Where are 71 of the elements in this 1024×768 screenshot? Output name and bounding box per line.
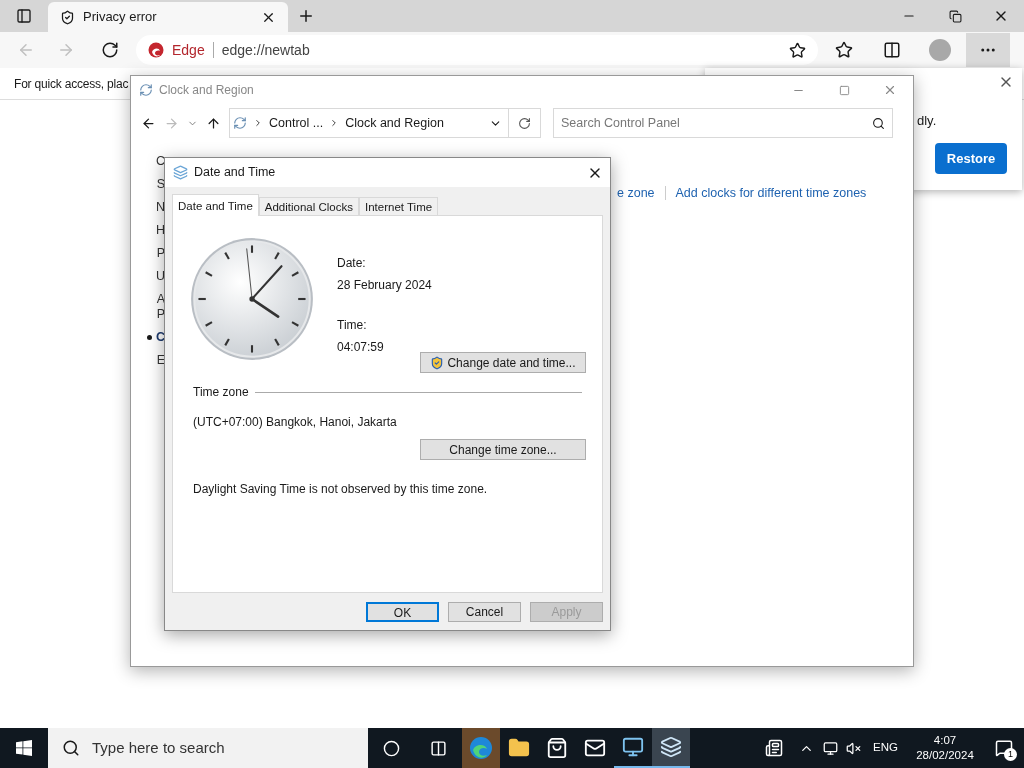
tab-title: Privacy error: [83, 8, 158, 27]
task-link-fragment[interactable]: C: [155, 152, 165, 171]
task-link-fragment[interactable]: P: [156, 244, 165, 263]
date-label: Date:: [337, 255, 367, 272]
popup-text: dly.: [917, 112, 937, 130]
window-title: Clock and Region: [159, 82, 255, 99]
dst-note: Daylight Saving Time is not observed by this time zone.: [192, 481, 489, 498]
favorites-icon[interactable]: [835, 41, 853, 59]
windows-logo-icon: [16, 740, 32, 756]
up-icon[interactable]: [206, 115, 221, 131]
taskbar-app[interactable]: [652, 728, 690, 768]
admin-shield-icon: [430, 355, 445, 370]
search-icon: [62, 739, 80, 757]
task-link-fragment[interactable]: S: [156, 175, 165, 194]
dialog-button[interactable]: Cancel: [448, 602, 521, 622]
task-link-fragment[interactable]: H: [155, 221, 165, 240]
muted-speaker-icon[interactable]: [846, 740, 862, 756]
task-link-fragment[interactable]: E: [156, 351, 165, 370]
time-label: Time:: [337, 317, 368, 334]
dialog-tab[interactable]: Internet Time: [359, 197, 439, 215]
task-view-icon[interactable]: [429, 739, 447, 757]
browser-tab[interactable]: Privacy error: [48, 2, 288, 32]
taskbar-clock[interactable]: 4:07 28/02/2024: [906, 733, 984, 763]
dialog-tab[interactable]: Date and Time: [172, 194, 259, 216]
shopping-bag-icon: [546, 737, 568, 759]
breadcrumb-separator-icon: [253, 118, 263, 128]
tab-actions-icon[interactable]: [16, 8, 32, 24]
time-zone-value: (UTC+07:00) Bangkok, Hanoi, Jakarta: [192, 414, 398, 431]
back-icon[interactable]: [141, 115, 156, 131]
task-link-fragment[interactable]: N: [155, 198, 165, 217]
folder-icon: [508, 737, 530, 759]
refresh-icon[interactable]: [518, 116, 531, 130]
task-link[interactable]: Add clocks for different time zones: [675, 184, 867, 203]
dialog-tab[interactable]: Additional Clocks: [258, 197, 359, 215]
reload-icon[interactable]: [101, 41, 119, 59]
notification-count: 1: [1004, 748, 1017, 761]
breadcrumb-item[interactable]: Clock and Region: [345, 113, 444, 133]
address-bar[interactable]: Edge edge://newtab: [136, 35, 818, 65]
time-value: 04:07:59: [337, 339, 385, 356]
task-link[interactable]: e zone: [617, 184, 655, 203]
new-tab-icon[interactable]: [297, 7, 315, 25]
taskbar-search-field[interactable]: Type here to search: [48, 728, 368, 768]
task-link-fragment[interactable]: U: [155, 267, 165, 286]
add-favorite-icon[interactable]: [789, 41, 806, 59]
breadcrumb-item[interactable]: Control ...: [269, 113, 324, 133]
envelope-icon: [584, 737, 606, 759]
maximize-icon[interactable]: [838, 84, 850, 96]
notifications-icon[interactable]: [995, 739, 1013, 757]
url-text: edge://newtab: [221, 40, 311, 60]
search-field[interactable]: Search Control Panel: [561, 113, 872, 133]
search-icon: [872, 116, 885, 130]
language-indicator[interactable]: ENG: [873, 739, 898, 757]
task-link-fragment[interactable]: C: [155, 328, 165, 347]
restore-icon[interactable]: [948, 9, 962, 23]
bookmark-bar-text: For quick access, plac: [14, 75, 129, 93]
browser-logo-icon: [148, 42, 164, 58]
search-box[interactable]: Search Control Panel: [553, 108, 893, 138]
monitor-icon: [622, 736, 644, 758]
dialog-title: Date and Time: [194, 164, 277, 182]
browser-icon: [469, 736, 493, 760]
news-icon[interactable]: [765, 739, 784, 757]
change-date-time-button[interactable]: Change date and time...: [420, 352, 586, 373]
restore-button[interactable]: Restore: [935, 143, 1007, 174]
date-value: 28 February 2024: [337, 277, 432, 294]
search-placeholder: Type here to search: [92, 737, 225, 758]
section-heading: Time zone: [193, 384, 249, 401]
cortana-icon[interactable]: [382, 739, 400, 757]
brand-label: Edge: [172, 40, 205, 60]
change-time-zone-button[interactable]: Change time zone...: [420, 439, 586, 460]
address-field[interactable]: Control ... Clock and Region: [229, 108, 541, 138]
dialog-button[interactable]: OK: [366, 602, 439, 622]
